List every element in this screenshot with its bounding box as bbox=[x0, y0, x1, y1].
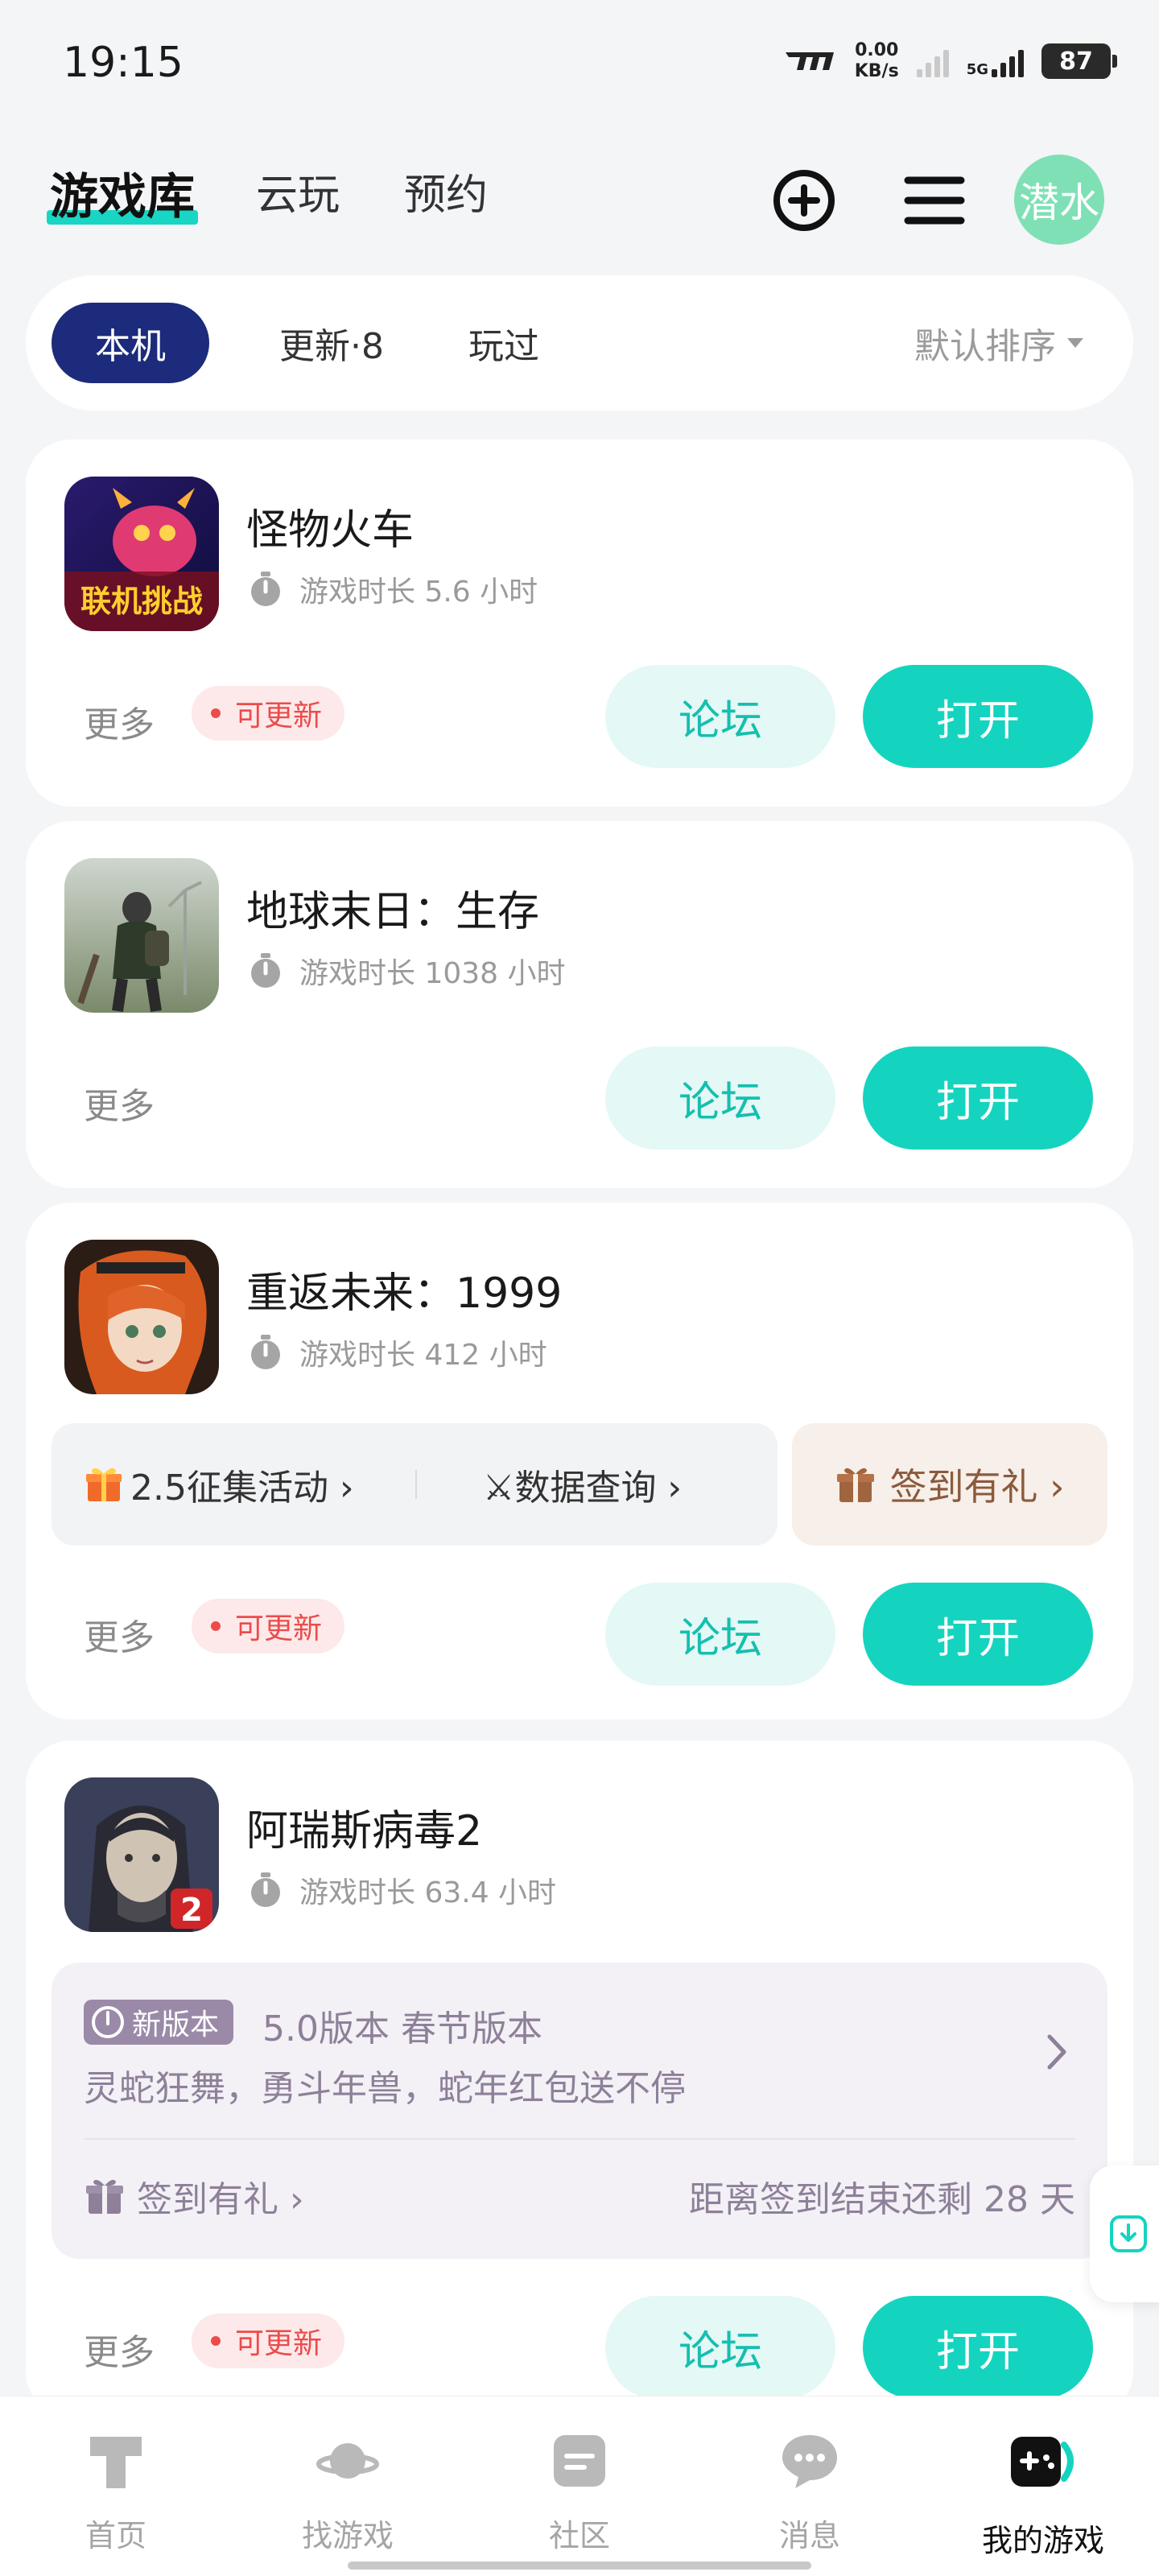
open-button[interactable]: 打开 bbox=[863, 1583, 1093, 1686]
open-button[interactable]: 打开 bbox=[863, 1046, 1093, 1150]
battery-indicator: 87 bbox=[1041, 43, 1117, 79]
ares-virus-2-icon[interactable]: 2 bbox=[64, 1777, 219, 1932]
playtime: 游戏时长 412 小时 bbox=[246, 1331, 547, 1373]
open-button[interactable]: 打开 bbox=[863, 665, 1093, 768]
sort-label: 默认排序 bbox=[914, 326, 1056, 367]
signal-sim1-icon bbox=[916, 45, 949, 77]
filter-bar: 本机 更新·8 玩过 默认排序 bbox=[26, 275, 1133, 411]
forum-button[interactable]: 论坛 bbox=[605, 1583, 835, 1686]
community-card-icon bbox=[554, 2435, 605, 2487]
dropdown-triangle-icon bbox=[1067, 338, 1083, 348]
last-day-on-earth-icon[interactable] bbox=[64, 858, 219, 1013]
sort-dropdown[interactable]: 默认排序 bbox=[914, 303, 1083, 383]
menu-icon[interactable] bbox=[898, 164, 971, 237]
sign-in-gift-button[interactable]: 签到有礼 › bbox=[792, 1423, 1107, 1546]
gift-icon bbox=[837, 1468, 875, 1502]
svg-text:2: 2 bbox=[180, 1892, 203, 1929]
status-time: 19:15 bbox=[63, 39, 184, 87]
stopwatch-icon bbox=[251, 1335, 280, 1369]
tab-cloud-play[interactable]: 云玩 bbox=[256, 161, 340, 221]
update-badge[interactable]: 可更新 bbox=[192, 2314, 345, 2368]
game-card: 重返未来：1999 游戏时长 412 小时 2.5征集活动 › ⚔数据查询 › … bbox=[26, 1203, 1133, 1719]
game-card: 联机挑战 怪物火车 游戏时长 5.6 小时 更多 可更新 论坛 打开 bbox=[26, 440, 1133, 807]
planet-icon bbox=[316, 2443, 379, 2479]
playtime: 游戏时长 63.4 小时 bbox=[246, 1869, 556, 1911]
update-badge[interactable]: 可更新 bbox=[192, 1599, 345, 1653]
carrier-logo-icon bbox=[785, 52, 834, 70]
home-t-icon bbox=[90, 2437, 142, 2488]
open-button[interactable]: 打开 bbox=[863, 2296, 1093, 2399]
net-speed: 0.00 KB/s bbox=[854, 40, 899, 81]
version-news-panel[interactable]: 新版本 5.0版本 春节版本 灵蛇狂舞，勇斗年兽，蛇年红包送不停 签到有礼 › … bbox=[52, 1963, 1107, 2259]
svg-text:联机挑战: 联机挑战 bbox=[80, 584, 203, 619]
game-card: 2 阿瑞斯病毒2 游戏时长 63.4 小时 新版本 5.0版本 春节版本 灵蛇狂… bbox=[26, 1740, 1133, 2417]
chip-played[interactable]: 玩过 bbox=[431, 303, 576, 383]
sign-in-remaining: 距离签到结束还剩 28 天 bbox=[689, 2179, 1075, 2220]
add-circle-icon[interactable] bbox=[768, 164, 840, 237]
game-title[interactable]: 地球末日：生存 bbox=[246, 877, 539, 938]
nav-discover[interactable]: 找游戏 bbox=[267, 2429, 428, 2555]
activity-bar: 2.5征集活动 › ⚔数据查询 › bbox=[52, 1423, 777, 1546]
chevron-right-icon bbox=[1047, 2034, 1066, 2070]
playtime: 游戏时长 1038 小时 bbox=[246, 950, 566, 992]
chip-updates[interactable]: 更新·8 bbox=[235, 303, 428, 383]
playtime: 游戏时长 5.6 小时 bbox=[246, 568, 538, 610]
gift-box-icon bbox=[86, 1468, 122, 1501]
tab-game-library[interactable]: 游戏库 bbox=[47, 158, 198, 228]
divider bbox=[84, 2138, 1075, 2140]
game-title[interactable]: 阿瑞斯病毒2 bbox=[246, 1797, 482, 1857]
tab-reservation[interactable]: 预约 bbox=[404, 161, 488, 221]
home-indicator[interactable] bbox=[348, 2562, 811, 2570]
download-icon bbox=[1110, 2215, 1147, 2252]
activity-collect-link[interactable]: 2.5征集活动 › bbox=[84, 1423, 354, 1546]
gamepad-icon bbox=[1011, 2437, 1074, 2487]
monster-train-icon[interactable]: 联机挑战 bbox=[64, 477, 219, 631]
game-title[interactable]: 重返未来：1999 bbox=[246, 1259, 562, 1319]
game-card: 地球末日：生存 游戏时长 1038 小时 更多 论坛 打开 bbox=[26, 821, 1133, 1188]
divider bbox=[415, 1470, 417, 1499]
data-query-link[interactable]: ⚔数据查询 › bbox=[483, 1423, 682, 1546]
new-version-tag: 新版本 bbox=[84, 2000, 234, 2045]
version-title: 5.0版本 春节版本 bbox=[262, 2008, 542, 2050]
reverse-1999-icon[interactable] bbox=[64, 1240, 219, 1394]
status-indicators: 0.00 KB/s 5G 87 bbox=[781, 40, 1117, 82]
power-icon bbox=[92, 2006, 124, 2038]
forum-button[interactable]: 论坛 bbox=[605, 2296, 835, 2399]
stopwatch-icon bbox=[251, 572, 280, 606]
chip-local[interactable]: 本机 bbox=[52, 303, 209, 383]
stopwatch-icon bbox=[251, 953, 280, 988]
more-link[interactable]: 更多 bbox=[84, 696, 155, 747]
chat-bubble-icon bbox=[782, 2435, 837, 2488]
nav-home[interactable]: 首页 bbox=[35, 2429, 196, 2555]
more-link[interactable]: 更多 bbox=[84, 1608, 155, 1660]
stopwatch-icon bbox=[251, 1872, 280, 1907]
forum-button[interactable]: 论坛 bbox=[605, 665, 835, 768]
more-link[interactable]: 更多 bbox=[84, 2323, 155, 2375]
nav-my-games[interactable]: 我的游戏 bbox=[963, 2429, 1124, 2560]
update-badge[interactable]: 可更新 bbox=[192, 686, 345, 741]
signal-5g-icon: 5G bbox=[967, 45, 1024, 77]
avatar[interactable]: 潜水 bbox=[1014, 155, 1104, 245]
nav-community[interactable]: 社区 bbox=[499, 2429, 660, 2555]
nav-messages[interactable]: 消息 bbox=[729, 2429, 890, 2555]
more-link[interactable]: 更多 bbox=[84, 1077, 155, 1129]
gift-icon bbox=[86, 2179, 123, 2214]
version-description: 灵蛇狂舞，勇斗年兽，蛇年红包送不停 bbox=[84, 2068, 686, 2109]
bottom-nav: 首页 找游戏 社区 消息 我的游戏 bbox=[0, 2396, 1159, 2576]
game-title[interactable]: 怪物火车 bbox=[246, 496, 414, 556]
sign-in-link[interactable]: 签到有礼 › bbox=[84, 2164, 304, 2228]
download-manager-tab[interactable] bbox=[1090, 2165, 1159, 2302]
forum-button[interactable]: 论坛 bbox=[605, 1046, 835, 1150]
